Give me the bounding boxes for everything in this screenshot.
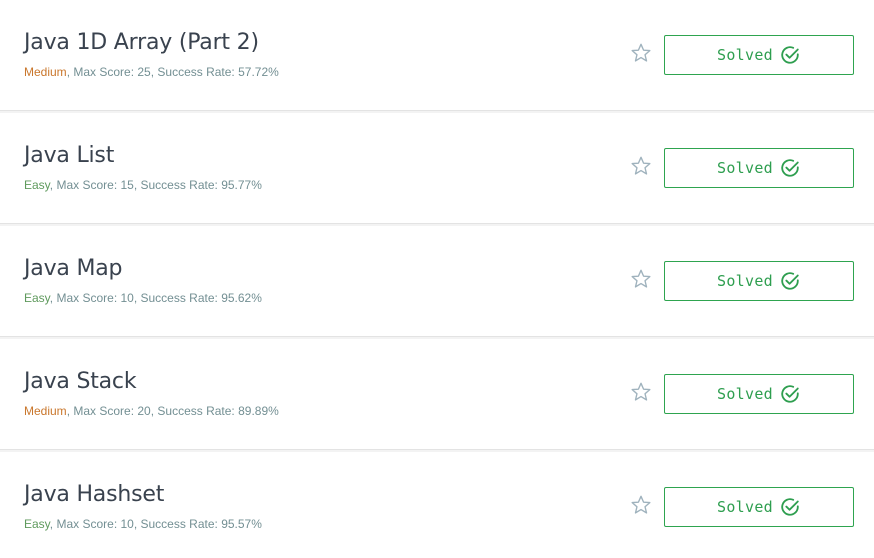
check-circle-icon — [781, 159, 799, 177]
challenge-card[interactable]: Java List Easy, Max Score: 15, Success R… — [0, 113, 874, 224]
check-circle-icon — [781, 498, 799, 516]
challenge-card[interactable]: Java 1D Array (Part 2) Medium, Max Score… — [0, 0, 874, 111]
star-outline-icon[interactable] — [630, 268, 652, 290]
solved-label: Solved — [717, 46, 773, 64]
challenge-title[interactable]: Java Map — [24, 256, 122, 281]
challenge-details: , Max Score: 20, Success Rate: 89.89% — [66, 404, 279, 418]
difficulty-label: Medium — [24, 404, 67, 418]
solved-label: Solved — [717, 272, 773, 290]
challenge-title[interactable]: Java 1D Array (Part 2) — [24, 30, 259, 55]
check-circle-icon — [781, 272, 799, 290]
challenge-meta: Easy, Max Score: 10, Success Rate: 95.62… — [24, 291, 262, 305]
challenge-card[interactable]: Java Stack Medium, Max Score: 20, Succes… — [0, 339, 874, 450]
solved-button[interactable]: Solved — [664, 374, 854, 414]
challenge-meta: Easy, Max Score: 15, Success Rate: 95.77… — [24, 178, 262, 192]
challenge-list: Java 1D Array (Part 2) Medium, Max Score… — [0, 0, 874, 558]
star-outline-icon[interactable] — [630, 155, 652, 177]
star-outline-icon[interactable] — [630, 494, 652, 516]
check-circle-icon — [781, 46, 799, 64]
challenge-card[interactable]: Java Map Easy, Max Score: 10, Success Ra… — [0, 226, 874, 337]
solved-button[interactable]: Solved — [664, 148, 854, 188]
solved-button[interactable]: Solved — [664, 35, 854, 75]
difficulty-label: Easy — [24, 517, 50, 531]
challenge-meta: Medium, Max Score: 20, Success Rate: 89.… — [24, 404, 279, 418]
solved-label: Solved — [717, 159, 773, 177]
challenge-meta: Medium, Max Score: 25, Success Rate: 57.… — [24, 65, 279, 79]
solved-label: Solved — [717, 385, 773, 403]
solved-button[interactable]: Solved — [664, 487, 854, 527]
solved-button[interactable]: Solved — [664, 261, 854, 301]
challenge-title[interactable]: Java Stack — [24, 369, 137, 394]
challenge-meta: Easy, Max Score: 10, Success Rate: 95.57… — [24, 517, 262, 531]
check-circle-icon — [781, 385, 799, 403]
difficulty-label: Medium — [24, 65, 67, 79]
difficulty-label: Easy — [24, 178, 50, 192]
challenge-details: , Max Score: 10, Success Rate: 95.62% — [49, 291, 262, 305]
challenge-title[interactable]: Java Hashset — [24, 482, 164, 507]
star-outline-icon[interactable] — [630, 42, 652, 64]
challenge-details: , Max Score: 10, Success Rate: 95.57% — [49, 517, 262, 531]
challenge-details: , Max Score: 15, Success Rate: 95.77% — [49, 178, 262, 192]
challenge-details: , Max Score: 25, Success Rate: 57.72% — [66, 65, 279, 79]
difficulty-label: Easy — [24, 291, 50, 305]
challenge-card[interactable]: Java Hashset Easy, Max Score: 10, Succes… — [0, 452, 874, 558]
challenge-title[interactable]: Java List — [24, 143, 114, 168]
star-outline-icon[interactable] — [630, 381, 652, 403]
solved-label: Solved — [717, 498, 773, 516]
